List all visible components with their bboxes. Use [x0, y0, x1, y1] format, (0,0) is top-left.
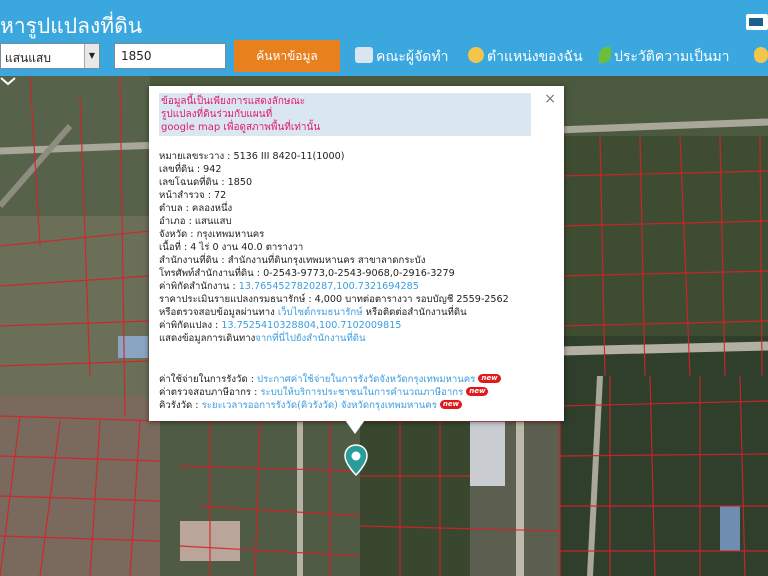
disclaimer-notice: ข้อมูลนี้เป็นเพียงการแสดงลักษณะ รูปแปลงท…	[159, 93, 531, 136]
page-title: หารูปแปลงที่ดิน	[0, 14, 143, 38]
treasury-website-link[interactable]: เว็บไซต์กรมธนารักษ์	[278, 307, 363, 318]
field-appraisal-price: ราคาประเมินรายแปลงกรมธนารักษ์ : 4,000 บา…	[159, 294, 509, 305]
field-province: จังหวัด : กรุงเทพมหานคร	[159, 229, 265, 240]
search-button[interactable]: ค้นหาข้อมูล	[234, 40, 340, 72]
map-menu-icon[interactable]	[0, 76, 16, 88]
smiley-icon	[754, 47, 768, 63]
service-links: ค่าใช้จ่ายในการรังวัด : ประกาศค่าใช้จ่าย…	[159, 373, 559, 412]
nav-my-location-label: ตำแหน่งของฉัน	[487, 49, 583, 65]
disclaimer-line: ข้อมูลนี้เป็นเพียงการแสดงลักษณะ	[161, 96, 306, 107]
survey-queue-row: คิวรังวัด : ระยะเวลารออการรังวัด(คิวรังว…	[159, 399, 559, 412]
field-check-online: หรือตรวจสอบข้อมูลผ่านทาง เว็บไซต์กรมธนาร…	[159, 307, 467, 318]
map-pin-icon[interactable]	[344, 444, 368, 476]
parcel-details: หมายเลขระวาง : 5136 III 8420-11(1000) เล…	[159, 150, 559, 345]
field-survey-page: หน้าสำรวจ : 72	[159, 190, 227, 201]
parcel-coord-link[interactable]: 13.7525410328804,100.7102009815	[221, 320, 401, 331]
popup-pointer	[345, 420, 365, 434]
nav-history-label: ประวัติความเป็นมา	[614, 49, 730, 65]
field-area: เนื้อที่ : 4 ไร่ 0 งาน 40.0 ตารางวา	[159, 242, 304, 253]
field-subdistrict: ตำบล : คลองหนึ่ง	[159, 203, 233, 214]
new-badge: new	[439, 400, 463, 409]
office-coord-link[interactable]: 13.7654527820287,100.7321694285	[239, 281, 419, 292]
new-badge: new	[466, 387, 489, 396]
deed-number-input[interactable]	[114, 43, 226, 69]
field-land-office: สำนักงานที่ดิน : สำนักงานที่ดินกรุงเทพมห…	[159, 255, 426, 266]
nav-history[interactable]: ประวัติความเป็นมา	[599, 46, 730, 68]
parcel-info-popup: × ข้อมูลนี้เป็นเพียงการแสดงลักษณะ รูปแปล…	[149, 86, 564, 421]
field-parcel-coord: ค่าพิกัดแปลง : 13.7525410328804,100.7102…	[159, 320, 402, 331]
flag-icon[interactable]	[746, 14, 768, 30]
nav-credits[interactable]: คณะผู้จัดทำ	[355, 46, 448, 68]
nav-more[interactable]	[754, 46, 768, 68]
field-land-number: เลขที่ดิน : 942	[159, 164, 222, 175]
smiley-icon	[468, 47, 484, 63]
book-icon	[355, 47, 373, 63]
chevron-down-icon[interactable]: ▼	[84, 44, 99, 68]
new-badge: new	[478, 374, 501, 383]
field-district: อำเภอ : แสนแสบ	[159, 216, 232, 227]
header-bar: หารูปแปลงที่ดิน แสนแสบ ▼ ค้นหาข้อมูล คณะ…	[0, 0, 768, 76]
disclaimer-line: รูปแปลงที่ดินร่วมกับแผนที่	[161, 109, 273, 120]
district-select-value: แสนแสบ	[5, 51, 51, 65]
field-route: แสดงข้อมูลการเดินทางจากที่นี่ไปยังสำนักง…	[159, 333, 366, 344]
tax-check-row: ค่าตรวจสอบภาษีอากร : ระบบให้บริการประชาช…	[159, 386, 559, 399]
field-sheet-number: หมายเลขระวาง : 5136 III 8420-11(1000)	[159, 151, 345, 162]
tax-check-link[interactable]: ระบบให้บริการประชาชนในการคำนวณภาษีอากร	[260, 387, 463, 398]
field-office-coord: ค่าพิกัดสำนักงาน : 13.7654527820287,100.…	[159, 281, 419, 292]
field-deed-number: เลขโฉนดที่ดิน : 1850	[159, 177, 253, 188]
close-icon[interactable]: ×	[544, 91, 556, 107]
district-select[interactable]: แสนแสบ ▼	[0, 43, 100, 69]
field-office-phone: โทรศัพท์สำนักงานที่ดิน : 0-2543-9773,0-2…	[159, 268, 455, 279]
nav-my-location[interactable]: ตำแหน่งของฉัน	[468, 46, 583, 68]
leaf-icon	[599, 47, 611, 63]
survey-queue-link[interactable]: ระยะเวลารออการรังวัด(คิวรังวัด) จังหวัดก…	[202, 400, 437, 411]
survey-fee-link[interactable]: ประกาศค่าใช้จ่ายในการรังวัดจังหวัดกรุงเท…	[257, 374, 475, 385]
survey-fee-row: ค่าใช้จ่ายในการรังวัด : ประกาศค่าใช้จ่าย…	[159, 373, 559, 386]
nav-credits-label: คณะผู้จัดทำ	[376, 49, 449, 65]
route-link[interactable]: จากที่นี่ไปยังสำนักงานที่ดิน	[255, 333, 365, 344]
disclaimer-line: google map เพื่อดูสภาพพื้นที่เท่านั้น	[161, 122, 321, 133]
